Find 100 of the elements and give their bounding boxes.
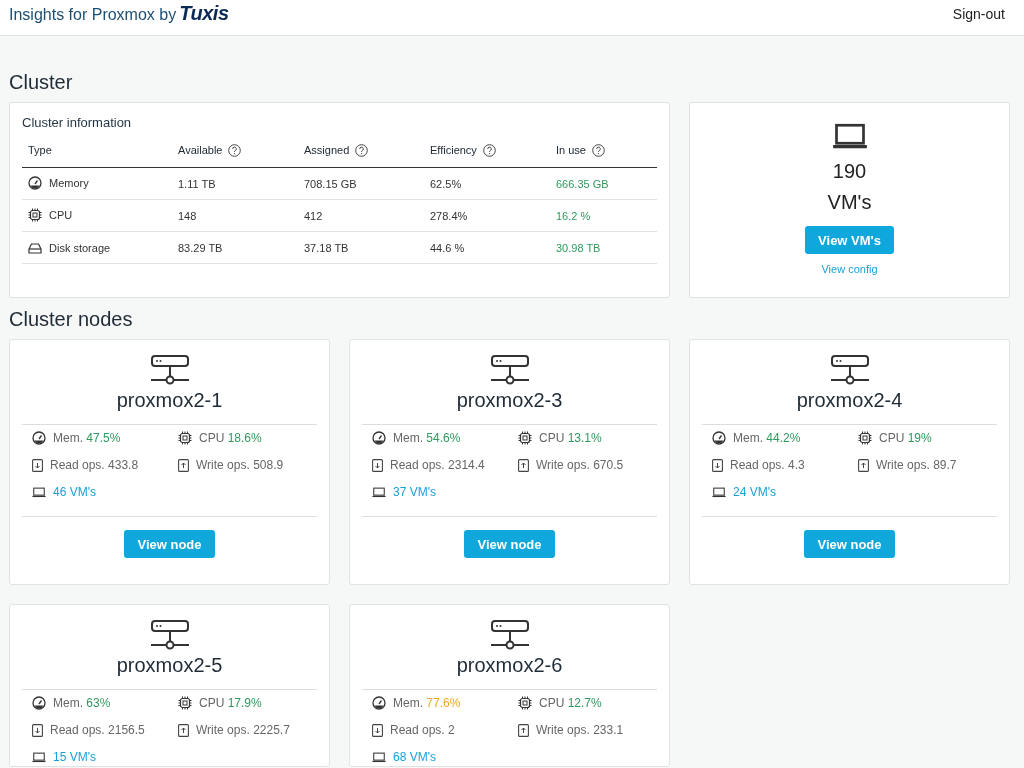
vm-count-link[interactable]: 37 VM's xyxy=(393,485,436,499)
upload-icon xyxy=(518,458,529,472)
vm-count-link[interactable]: 46 VM's xyxy=(53,485,96,499)
metric-text: Mem. 63% xyxy=(53,696,111,710)
table-cell: Memory xyxy=(49,177,89,190)
metric-text: CPU 17.9% xyxy=(199,696,262,710)
node-name: proxmox2-5 xyxy=(116,654,223,677)
help-icon[interactable] xyxy=(228,143,242,157)
section-heading: Cluster xyxy=(9,71,74,94)
laptop-icon xyxy=(372,751,386,763)
column-header: Available xyxy=(178,144,223,157)
column-header: Assigned xyxy=(304,144,350,157)
upload-icon xyxy=(518,723,529,737)
table-cell: 37.18 TB xyxy=(304,241,349,254)
gauge-icon xyxy=(28,176,42,191)
app-title: Insights for Proxmox by xyxy=(9,6,177,24)
metric-text: CPU 19% xyxy=(879,431,932,445)
table-cell: 83.29 TB xyxy=(178,241,223,254)
metric-text: Read ops. 433.8 xyxy=(50,458,139,472)
vm-count-link[interactable]: 68 VM's xyxy=(393,750,436,764)
column-header: Efficiency xyxy=(430,144,477,157)
gauge-icon xyxy=(712,431,726,445)
help-icon[interactable] xyxy=(591,143,605,157)
metric-text: Read ops. 2314.4 xyxy=(390,458,485,472)
gauge-icon xyxy=(372,431,386,445)
upload-icon xyxy=(178,723,189,737)
table-cell: Disk storage xyxy=(49,241,111,254)
server-icon xyxy=(490,355,529,385)
download-icon xyxy=(372,458,383,472)
metric-text: Write ops. 89.7 xyxy=(876,458,957,472)
view-node-button[interactable]: View node xyxy=(804,530,895,558)
download-icon xyxy=(32,458,43,472)
table-cell: CPU xyxy=(49,209,73,222)
upload-icon xyxy=(178,458,189,472)
table-cell: 1.11 TB xyxy=(178,177,216,190)
laptop-icon xyxy=(831,123,868,150)
table-cell: 62.5% xyxy=(430,177,462,190)
table-cell: 16.2 % xyxy=(556,209,591,222)
metric-text: Mem. 77.6% xyxy=(393,696,461,710)
metric-text: CPU 12.7% xyxy=(539,696,602,710)
node-name: proxmox2-3 xyxy=(456,389,563,412)
chip-icon xyxy=(178,431,192,445)
table-cell: 708.15 GB xyxy=(304,177,357,190)
vm-count: 190 xyxy=(832,160,867,183)
download-icon xyxy=(372,723,383,737)
laptop-icon xyxy=(372,486,386,498)
metric-text: Read ops. 2 xyxy=(390,723,455,737)
table-cell: 666.35 GB xyxy=(556,177,609,190)
column-header: Type xyxy=(28,144,52,157)
view-config-link[interactable]: View config xyxy=(821,263,878,275)
server-icon xyxy=(830,355,869,385)
upload-icon xyxy=(858,458,869,472)
metric-text: Mem. 47.5% xyxy=(53,431,121,445)
table-cell: 30.98 TB xyxy=(556,241,601,254)
metric-text: CPU 18.6% xyxy=(199,431,262,445)
view-vms-button[interactable]: View VM's xyxy=(805,226,894,254)
gauge-icon xyxy=(32,431,46,445)
help-icon[interactable] xyxy=(482,143,496,157)
card-title: Cluster information xyxy=(22,115,133,130)
chip-icon xyxy=(858,431,872,445)
laptop-icon xyxy=(712,486,726,498)
metric-text: Write ops. 508.9 xyxy=(196,458,284,472)
node-name: proxmox2-4 xyxy=(796,389,903,412)
chip-icon xyxy=(178,696,192,710)
metric-text: CPU 13.1% xyxy=(539,431,602,445)
table-cell: 44.6 % xyxy=(430,241,465,254)
node-name: proxmox2-6 xyxy=(456,654,563,677)
section-heading: Cluster nodes xyxy=(9,308,134,331)
download-icon xyxy=(712,458,723,472)
vm-count-link[interactable]: 24 VM's xyxy=(733,485,776,499)
chip-icon xyxy=(28,208,42,223)
view-node-button[interactable]: View node xyxy=(464,530,555,558)
node-name: proxmox2-1 xyxy=(116,389,223,412)
laptop-icon xyxy=(32,486,46,498)
gauge-icon xyxy=(32,696,46,710)
gauge-icon xyxy=(372,696,386,710)
drive-icon xyxy=(28,241,42,254)
chip-icon xyxy=(518,696,532,710)
server-icon xyxy=(150,620,189,650)
logo[interactable]: Tuxis xyxy=(179,2,229,25)
vm-label: VM's xyxy=(827,191,872,214)
metric-text: Write ops. 233.1 xyxy=(536,723,624,737)
sign-out-link[interactable]: Sign-out xyxy=(952,5,1005,22)
column-header: In use xyxy=(556,144,586,157)
server-icon xyxy=(490,620,529,650)
metric-text: Mem. 54.6% xyxy=(393,431,461,445)
view-node-button[interactable]: View node xyxy=(124,530,215,558)
table-cell: 412 xyxy=(304,209,323,222)
table-cell: 148 xyxy=(178,209,197,222)
metric-text: Write ops. 2225.7 xyxy=(196,723,290,737)
metric-text: Read ops. 4.3 xyxy=(730,458,805,472)
metric-text: Read ops. 2156.5 xyxy=(50,723,145,737)
table-cell: 278.4% xyxy=(430,209,468,222)
help-icon[interactable] xyxy=(355,143,369,157)
vm-count-link[interactable]: 15 VM's xyxy=(53,750,96,764)
metric-text: Write ops. 670.5 xyxy=(536,458,624,472)
metric-text: Mem. 44.2% xyxy=(733,431,801,445)
download-icon xyxy=(32,723,43,737)
chip-icon xyxy=(518,431,532,445)
laptop-icon xyxy=(32,751,46,763)
